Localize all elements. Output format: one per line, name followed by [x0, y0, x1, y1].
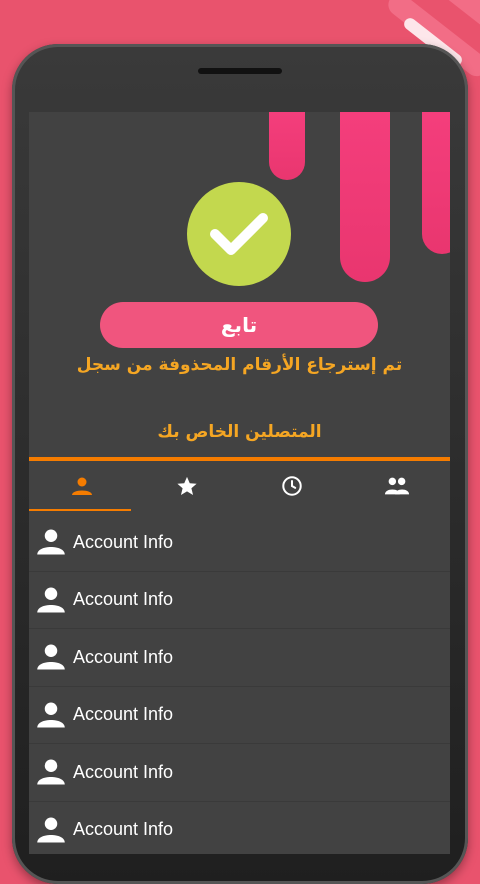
- tab-bar: [29, 461, 450, 511]
- contact-name: Account Info: [73, 531, 174, 552]
- star-icon: [177, 476, 197, 495]
- person-icon: [37, 587, 65, 613]
- list-item[interactable]: Account Info: [29, 802, 450, 855]
- phone-speaker: [198, 68, 282, 74]
- selected-tab-indicator: [29, 509, 131, 511]
- person-icon: [37, 644, 65, 670]
- contact-list: Account Info Account Info Account Info A…: [29, 514, 450, 854]
- list-item[interactable]: Account Info: [29, 514, 450, 572]
- list-item[interactable]: Account Info: [29, 687, 450, 744]
- person-icon: [37, 529, 65, 555]
- contact-name: Account Info: [73, 761, 174, 782]
- tab-favorites[interactable]: [134, 461, 239, 511]
- group-icon: [385, 477, 410, 495]
- decorative-bar: [269, 112, 305, 180]
- app-screen: تابع تم إسترجاع الأرقام المحذوفة من سجل …: [29, 112, 450, 854]
- list-item[interactable]: Account Info: [29, 572, 450, 629]
- clock-icon: [282, 476, 302, 496]
- success-message-line1: تم إسترجاع الأرقام المحذوفة من سجل: [76, 355, 403, 375]
- success-message-line2: المتصلين الخاص بك: [157, 422, 322, 442]
- person-icon: [37, 702, 65, 728]
- contact-name: Account Info: [73, 646, 174, 667]
- follow-button[interactable]: تابع: [100, 302, 378, 348]
- decorative-bar: [422, 112, 450, 254]
- decorative-bar: [340, 112, 390, 282]
- tab-recent[interactable]: [240, 461, 345, 511]
- success-check-icon: [187, 182, 291, 286]
- contact-name: Account Info: [73, 704, 174, 725]
- person-icon: [37, 817, 65, 843]
- contact-name: Account Info: [73, 589, 174, 610]
- person-icon: [71, 477, 92, 495]
- tab-groups[interactable]: [345, 461, 450, 511]
- list-item[interactable]: Account Info: [29, 744, 450, 802]
- tab-contacts[interactable]: [29, 461, 134, 511]
- contact-name: Account Info: [73, 819, 174, 840]
- person-icon: [37, 759, 65, 785]
- list-item[interactable]: Account Info: [29, 629, 450, 687]
